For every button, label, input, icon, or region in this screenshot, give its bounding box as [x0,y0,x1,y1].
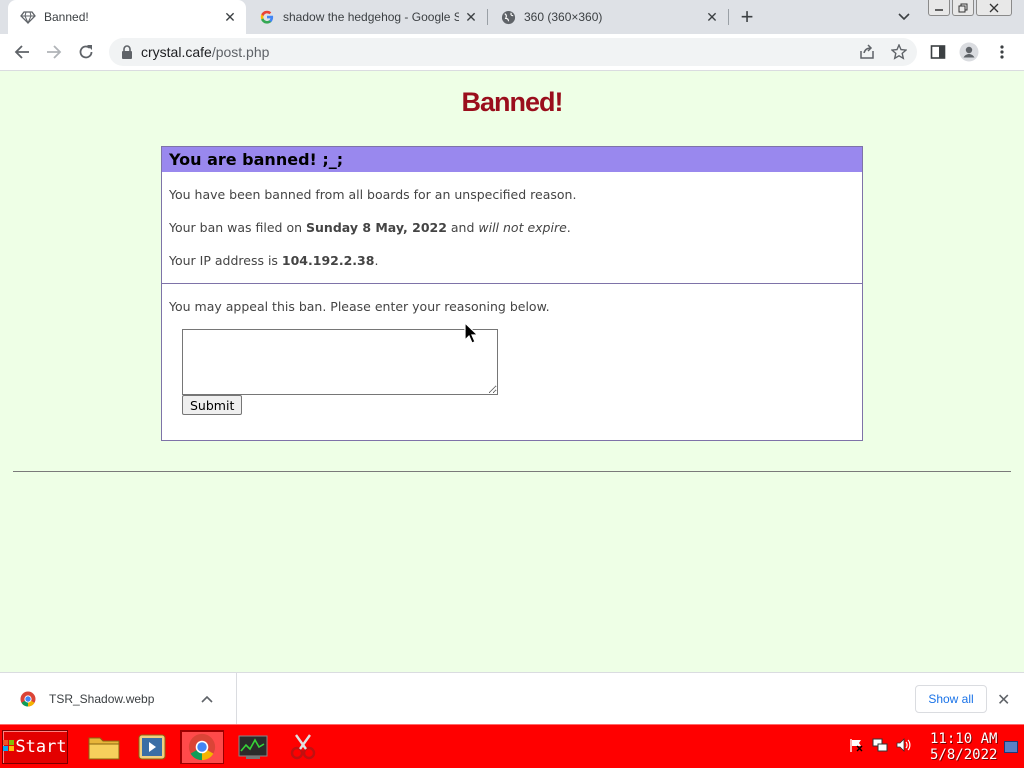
google-icon [259,9,275,25]
close-tab-icon[interactable]: ✕ [459,5,483,29]
side-panel-icon[interactable] [925,39,951,65]
more-menu-icon[interactable] [989,39,1015,65]
address-bar[interactable]: crystal.cafe/post.php [109,38,917,66]
globe-icon [500,9,516,25]
ip-line: Your IP address is 104.192.2.38. [169,253,378,268]
reload-button[interactable] [73,39,99,65]
ip-suffix: . [374,253,379,268]
appeal-textarea[interactable] [182,329,498,395]
tab-title: 360 (360×360) [524,10,603,24]
restore-button[interactable] [952,0,974,16]
horizontal-rule [13,471,1011,472]
media-player-icon[interactable] [130,730,174,764]
windows-flag-icon [3,740,15,754]
system-clock[interactable]: 11:10 AM 5/8/2022 [930,731,1000,763]
show-desktop-icon[interactable] [1004,741,1018,753]
start-button[interactable]: Start [2,730,68,764]
show-all-button[interactable]: Show all [915,685,987,713]
taskbar: Start 11:10 AM 5/8/2022 [0,724,1024,768]
volume-icon[interactable] [896,737,912,753]
share-icon[interactable] [857,42,877,62]
ip-address: 104.192.2.38 [281,253,375,268]
ban-reason: You have been banned from all boards for… [169,187,577,202]
tab-image-360[interactable]: 360 (360×360) ✕ [488,0,728,34]
url-path: /post.php [211,44,270,60]
ban-expiry: will not expire [478,220,567,235]
tab-strip: Banned! ✕ shadow the hedgehog - Google S… [0,0,1024,34]
url-text: crystal.cafe/post.php [141,44,269,60]
close-window-button[interactable] [976,0,1012,16]
ban-filed-prefix: Your ban was filed on [169,220,307,235]
chevron-up-icon[interactable] [201,695,213,703]
appeal-instructions: You may appeal this ban. Please enter yo… [169,299,550,314]
ban-filed-suffix: . [566,220,571,235]
start-label: Start [15,737,67,757]
new-tab-button[interactable]: + [735,4,759,29]
submit-button[interactable]: Submit [182,395,243,415]
snipping-tool-icon[interactable] [281,730,325,764]
task-manager-icon[interactable] [231,730,275,764]
page-content: Banned! You are banned! ;_; You have bee… [0,71,1024,672]
page-title: Banned! [461,87,564,117]
browser-toolbar: crystal.cafe/post.php [0,34,1024,71]
back-button[interactable] [9,39,35,65]
tab-google-search[interactable]: shadow the hedgehog - Google Sea ✕ [247,0,487,34]
action-center-flag-icon[interactable] [848,737,864,753]
tab-banned[interactable]: Banned! ✕ [8,0,246,34]
network-icon[interactable] [872,737,888,753]
minimize-button[interactable] [928,0,950,16]
close-tab-icon[interactable]: ✕ [218,5,242,29]
ban-box: You are banned! ;_; You have been banned… [161,146,863,441]
ban-filed-mid: and [446,220,479,235]
download-filename: TSR_Shadow.webp [49,692,155,706]
ban-date: Sunday 8 May, 2022 [306,220,447,235]
ban-heading: You are banned! ;_; [162,147,862,172]
tab-title: Banned! [44,10,89,24]
clock-date: 5/8/2022 [930,747,998,763]
lock-icon[interactable] [121,45,133,59]
diamond-icon [20,9,36,25]
tab-separator [728,9,729,25]
chrome-file-icon [20,691,36,707]
download-item[interactable]: TSR_Shadow.webp [0,673,237,725]
ban-divider [162,283,862,284]
bookmark-star-icon[interactable] [889,42,909,62]
forward-button[interactable] [41,39,67,65]
url-host: crystal.cafe [141,44,212,60]
profile-avatar[interactable] [956,39,982,65]
ip-prefix: Your IP address is [169,253,282,268]
close-tab-icon[interactable]: ✕ [700,5,724,29]
mouse-cursor-icon [464,321,479,349]
tab-search-dropdown-icon[interactable] [893,6,915,28]
downloads-bar: TSR_Shadow.webp Show all ✕ [0,672,1024,725]
file-explorer-icon[interactable] [82,730,126,764]
system-tray [848,737,912,753]
window-controls [928,0,1014,16]
tab-title: shadow the hedgehog - Google Sea [283,10,459,24]
chrome-taskbar-icon[interactable] [180,730,224,764]
ban-filed-line: Your ban was filed on Sunday 8 May, 2022… [169,220,571,235]
clock-time: 11:10 AM [930,731,998,747]
close-downloads-icon[interactable]: ✕ [997,690,1010,710]
